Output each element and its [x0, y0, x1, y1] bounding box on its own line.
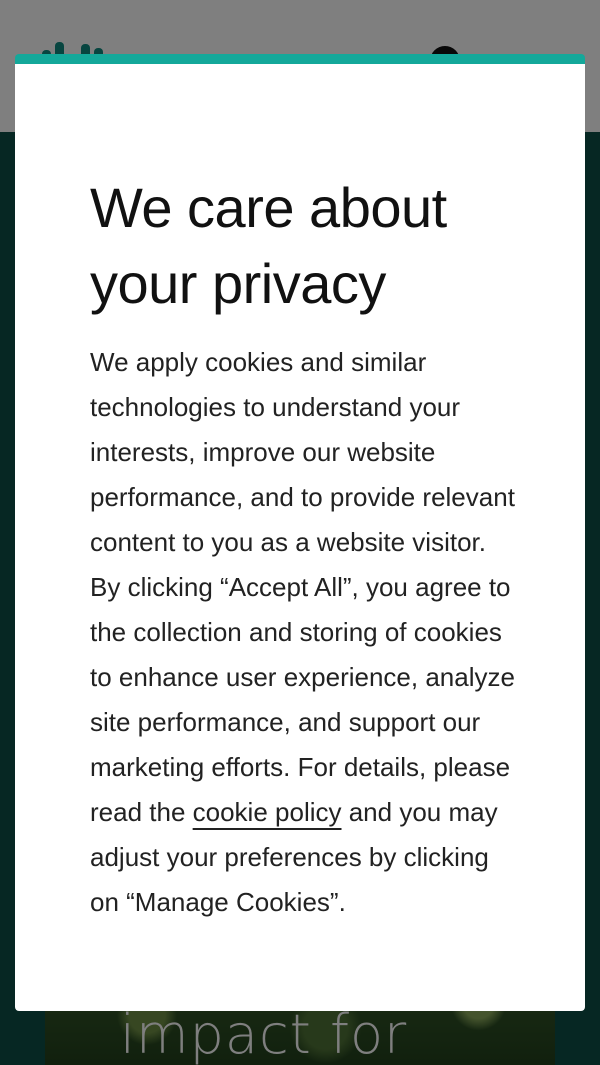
cookie-consent-modal: We care about your privacy We apply cook… — [15, 54, 585, 1011]
cookie-policy-link[interactable]: cookie policy — [193, 797, 342, 827]
modal-description: We apply cookies and similar technologie… — [90, 340, 515, 925]
modal-title: We care about your privacy — [90, 176, 447, 315]
description-text-start: We apply cookies and similar technologie… — [90, 347, 515, 827]
